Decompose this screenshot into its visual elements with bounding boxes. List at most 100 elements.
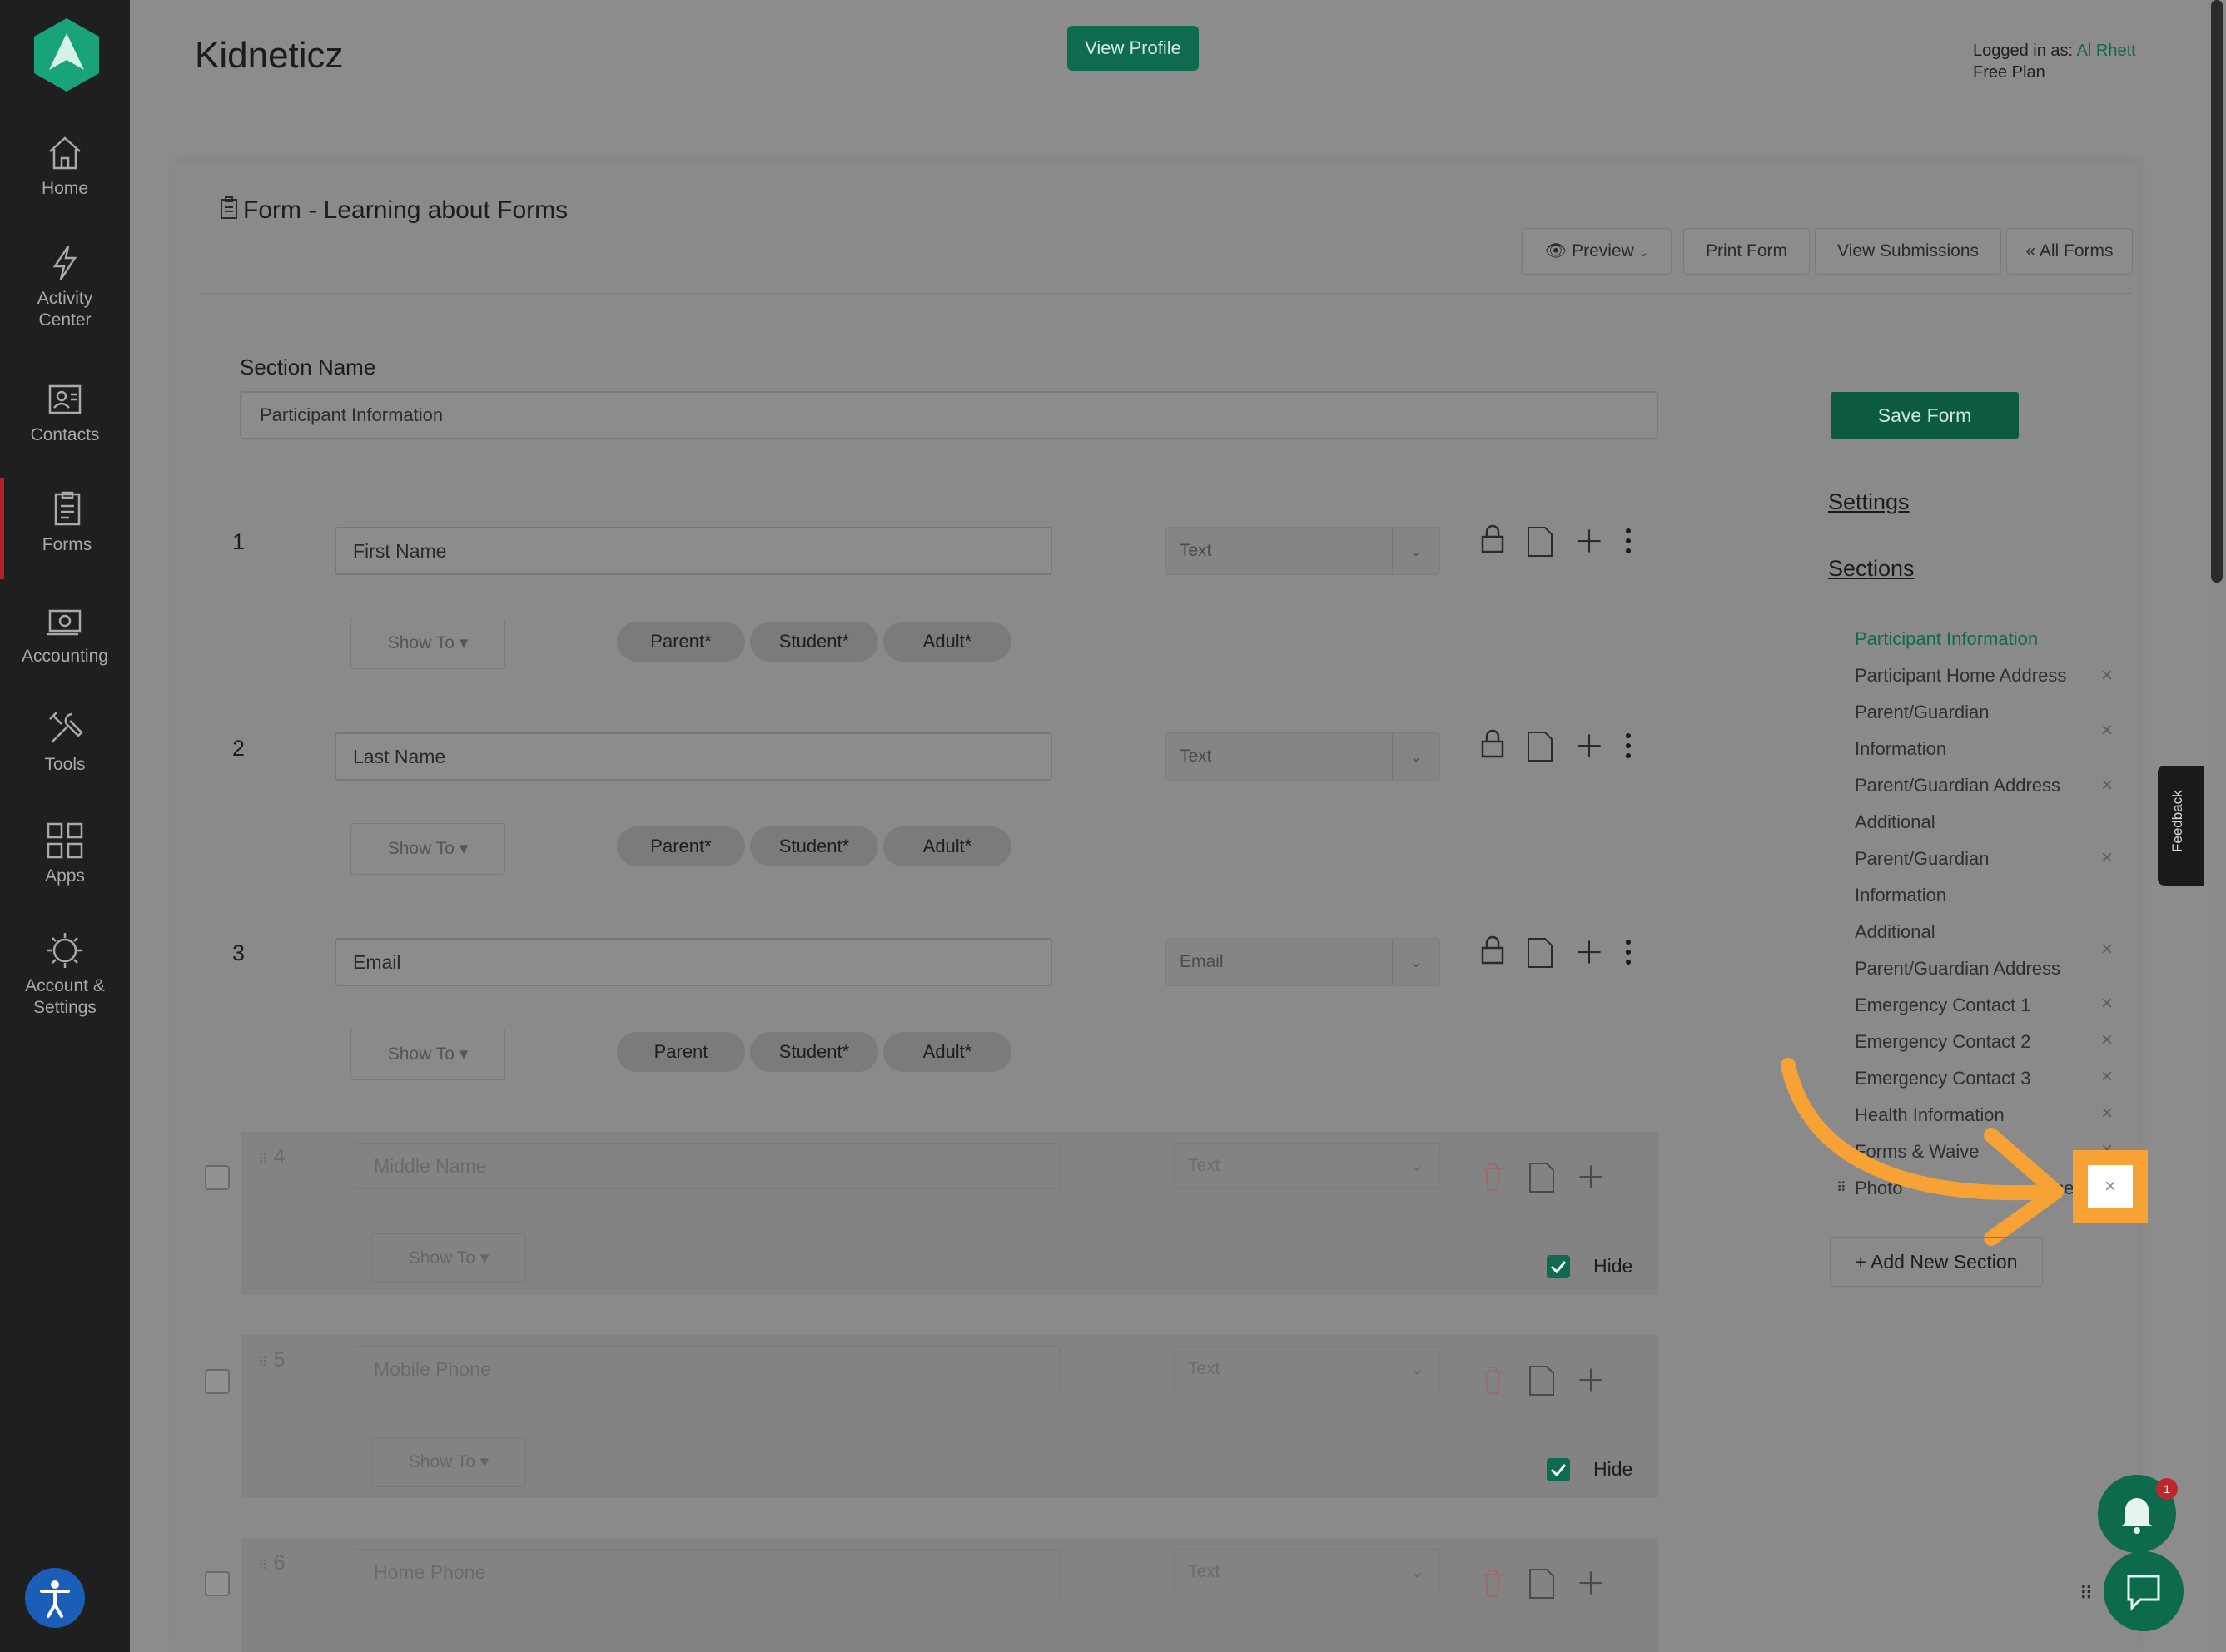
plus-icon[interactable] [1577, 1566, 1605, 1600]
field-select-checkbox[interactable] [205, 1369, 230, 1394]
audience-pill-parent[interactable]: Parent* [617, 622, 745, 662]
print-form-button[interactable]: Print Form [1683, 228, 1810, 275]
plus-icon[interactable] [1575, 935, 1603, 969]
section-item-additional-parent-guardian-information[interactable]: Additional Parent/Guardian Information [1855, 804, 2121, 914]
sidebar-item-contacts[interactable]: Contacts [0, 380, 130, 446]
save-form-button[interactable]: Save Form [1831, 392, 2019, 439]
drag-handle-icon[interactable]: ⠿ [2079, 1583, 2093, 1605]
audience-pill-parent[interactable]: Parent [617, 1032, 745, 1072]
field-type-select[interactable]: Email ⌄ [1165, 938, 1440, 986]
view-submissions-button[interactable]: View Submissions [1815, 228, 2001, 275]
field-name-input[interactable]: Email [335, 938, 1052, 986]
hide-checkbox[interactable] [1547, 1458, 1570, 1481]
lock-icon[interactable] [1478, 934, 1507, 967]
remove-section-button-photo-release[interactable]: × [2088, 1165, 2133, 1208]
plus-icon[interactable] [1577, 1160, 1605, 1193]
field-type-select[interactable]: Text ⌄ [1174, 1143, 1440, 1189]
trash-icon[interactable] [1478, 1160, 1507, 1193]
remove-section-icon[interactable]: × [2101, 846, 2113, 870]
section-item-parent-guardian-information[interactable]: Parent/Guardian Information [1855, 694, 2121, 767]
app-logo-icon[interactable] [32, 17, 101, 93]
hide-checkbox[interactable] [1547, 1255, 1570, 1278]
show-to-dropdown[interactable]: Show To ▾ [371, 1233, 526, 1283]
field-number: ⠿ 6 [258, 1551, 286, 1575]
section-item-participant-information[interactable]: Participant Information [1855, 621, 2121, 657]
field-name-input[interactable]: Home Phone [355, 1549, 1061, 1595]
remove-section-icon[interactable]: × [2101, 992, 2113, 1015]
drag-handle-icon[interactable]: ⠿ [258, 1559, 268, 1573]
lock-icon[interactable] [1478, 727, 1507, 761]
kebab-menu-icon[interactable] [1622, 729, 1635, 762]
all-forms-button[interactable]: « All Forms [2006, 228, 2133, 275]
field-name-input[interactable]: Mobile Phone [355, 1346, 1061, 1392]
sidebar-item-tools[interactable]: Tools [0, 709, 130, 776]
section-name-input[interactable]: Participant Information [240, 391, 1658, 439]
field-select-checkbox[interactable] [205, 1165, 230, 1190]
scrollbar-thumb[interactable] [2211, 0, 2223, 583]
section-item-emergency-contact-1[interactable]: Emergency Contact 1 [1855, 987, 2121, 1024]
login-info: Logged in as: Al Rhett Free Plan [1973, 40, 2136, 83]
audience-pill-adult[interactable]: Adult* [883, 1032, 1011, 1072]
drag-handle-icon[interactable]: ⠿ [258, 1356, 268, 1370]
copy-icon[interactable] [1525, 729, 1553, 762]
field-name-input[interactable]: Last Name [335, 732, 1052, 781]
audience-pill-adult[interactable]: Adult* [883, 826, 1011, 866]
user-name-link[interactable]: Al Rhett [2077, 42, 2136, 60]
lock-icon[interactable] [1478, 523, 1507, 556]
view-profile-button[interactable]: View Profile [1067, 26, 1199, 71]
show-to-dropdown[interactable]: Show To ▾ [371, 1437, 526, 1487]
kebab-menu-icon[interactable] [1622, 935, 1635, 969]
section-item-participant-home-address[interactable]: Participant Home Address [1855, 657, 2121, 694]
show-to-dropdown[interactable]: Show To ▾ [350, 1029, 505, 1080]
preview-dropdown[interactable]: 👁 Preview ⌄ [1522, 228, 1672, 275]
field-type-select[interactable]: Text ⌄ [1165, 527, 1440, 575]
chat-button[interactable] [2104, 1551, 2184, 1631]
plus-icon[interactable] [1575, 524, 1603, 558]
trash-icon[interactable] [1478, 1363, 1507, 1397]
field-name-input[interactable]: First Name [335, 527, 1052, 575]
plus-icon[interactable] [1575, 729, 1603, 762]
sidebar-item-account-settings[interactable]: Account & Settings [0, 930, 130, 1019]
audience-pill-student[interactable]: Student* [750, 1032, 878, 1072]
remove-section-icon[interactable]: × [2101, 664, 2113, 687]
remove-section-icon[interactable]: × [2101, 1102, 2113, 1125]
remove-section-icon[interactable]: × [2101, 938, 2113, 961]
sidebar-item-apps[interactable]: Apps [0, 821, 130, 887]
add-new-section-button[interactable]: + Add New Section [1830, 1237, 2043, 1287]
field-select-checkbox[interactable] [205, 1571, 230, 1596]
copy-icon[interactable] [1527, 1363, 1555, 1397]
sidebar-item-forms[interactable]: Forms [0, 478, 130, 579]
settings-link[interactable]: Settings [1828, 489, 1910, 515]
audience-pill-student[interactable]: Student* [750, 622, 878, 662]
audience-pill-adult[interactable]: Adult* [883, 622, 1011, 662]
sidebar-item-activity-center[interactable]: Activity Center [0, 243, 130, 331]
show-to-dropdown[interactable]: Show To ▾ [350, 823, 505, 875]
sidebar-item-label: Tools [44, 755, 86, 774]
plus-icon[interactable] [1577, 1363, 1605, 1397]
trash-icon[interactable] [1478, 1566, 1507, 1600]
sidebar-item-home[interactable]: Home [0, 133, 130, 200]
copy-icon[interactable] [1527, 1566, 1555, 1600]
field-name-input[interactable]: Middle Name [355, 1143, 1061, 1189]
copy-icon[interactable] [1525, 524, 1553, 558]
field-type-select[interactable]: Text ⌄ [1165, 732, 1440, 781]
field-type-select[interactable]: Text ⌄ [1174, 1549, 1440, 1595]
copy-icon[interactable] [1527, 1160, 1555, 1193]
remove-section-icon[interactable]: × [2101, 719, 2113, 742]
section-item-parent-guardian-address[interactable]: Parent/Guardian Address [1855, 767, 2121, 804]
section-item-additional-parent-guardian-address[interactable]: Additional Parent/Guardian Address [1855, 914, 2121, 987]
accessibility-button[interactable] [25, 1568, 85, 1628]
remove-section-icon[interactable]: × [2101, 1065, 2113, 1089]
audience-pill-student[interactable]: Student* [750, 826, 878, 866]
sections-link[interactable]: Sections [1828, 556, 1915, 582]
remove-section-icon[interactable]: × [2101, 1029, 2113, 1052]
field-type-select[interactable]: Text ⌄ [1174, 1346, 1440, 1392]
show-to-dropdown[interactable]: Show To ▾ [350, 618, 505, 669]
kebab-menu-icon[interactable] [1622, 524, 1635, 558]
copy-icon[interactable] [1525, 935, 1553, 969]
sidebar-item-accounting[interactable]: Accounting [0, 601, 130, 667]
drag-handle-icon[interactable]: ⠿ [258, 1153, 268, 1167]
audience-pill-parent[interactable]: Parent* [617, 826, 745, 866]
feedback-tab[interactable]: Feedback [2158, 766, 2204, 886]
remove-section-icon[interactable]: × [2101, 774, 2113, 797]
